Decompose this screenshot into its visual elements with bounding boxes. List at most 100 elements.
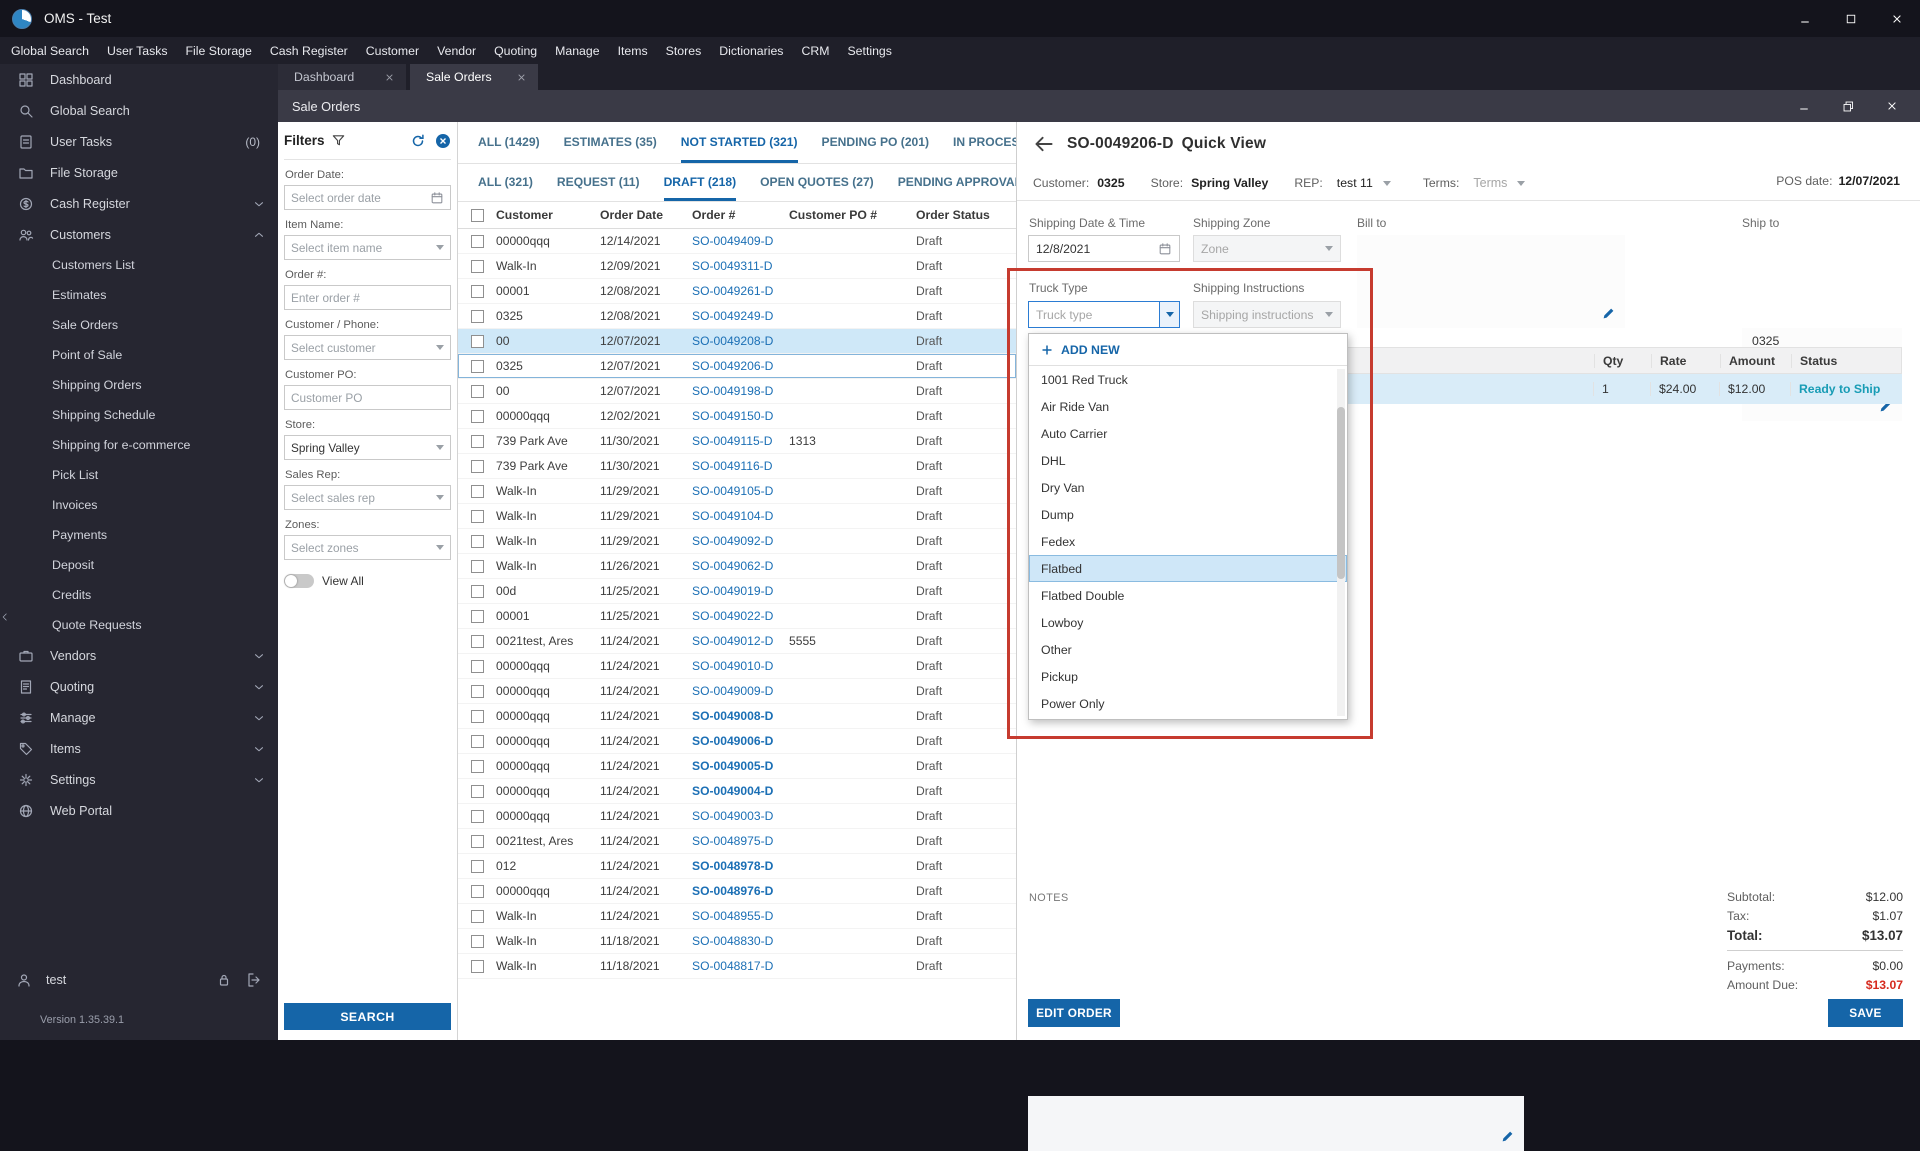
status-tab[interactable]: NOT STARTED (321)	[680, 122, 798, 163]
sidebar-collapse-handle[interactable]	[0, 604, 12, 630]
order-row[interactable]: Walk-In 11/29/2021 SO-0049104-D Draft	[458, 504, 1016, 529]
status-tab[interactable]: IN PROCESS (47	[953, 122, 1016, 163]
order-link[interactable]: SO-0049004-D	[692, 784, 789, 798]
order-row[interactable]: 00001 11/25/2021 SO-0049022-D Draft	[458, 604, 1016, 629]
order-row[interactable]: Walk-In 11/18/2021 SO-0048830-D Draft	[458, 929, 1016, 954]
sidebar-item-dashboard[interactable]: Dashboard	[0, 64, 278, 95]
add-new-truck-button[interactable]: ADD NEW	[1029, 334, 1347, 366]
order-row[interactable]: 00000qqq 12/14/2021 SO-0049409-D Draft	[458, 229, 1016, 254]
edit-bill-to-icon[interactable]	[1601, 306, 1617, 322]
order-date-input[interactable]: Select order date	[284, 185, 451, 210]
truck-type-option[interactable]: Power Only	[1029, 690, 1347, 717]
order-link[interactable]: SO-0048817-D	[692, 959, 789, 973]
order-link[interactable]: SO-0049019-D	[692, 584, 789, 598]
status-tab[interactable]: PENDING APPROVAL (29)	[898, 164, 1016, 201]
logout-icon[interactable]	[246, 972, 262, 988]
truck-type-option[interactable]: Lowboy	[1029, 609, 1347, 636]
row-checkbox[interactable]	[470, 584, 484, 598]
menu-item[interactable]: Vendor	[428, 37, 485, 64]
order-link[interactable]: SO-0049092-D	[692, 534, 789, 548]
row-checkbox[interactable]	[470, 509, 484, 523]
order-row[interactable]: 00 12/07/2021 SO-0049208-D Draft	[458, 329, 1016, 354]
order-link[interactable]: SO-0049206-D	[692, 359, 789, 373]
row-checkbox[interactable]	[470, 834, 484, 848]
row-checkbox[interactable]	[470, 934, 484, 948]
sidebar-subitem[interactable]: Estimates	[0, 280, 278, 310]
row-checkbox[interactable]	[470, 909, 484, 923]
back-arrow-icon[interactable]	[1033, 133, 1055, 155]
row-checkbox[interactable]	[470, 859, 484, 873]
order-row[interactable]: Walk-In 11/24/2021 SO-0048955-D Draft	[458, 904, 1016, 929]
order-link[interactable]: SO-0049005-D	[692, 759, 789, 773]
order-row[interactable]: 00000qqq 11/24/2021 SO-0049008-D Draft	[458, 704, 1016, 729]
edit-order-button[interactable]: EDIT ORDER	[1028, 999, 1120, 1027]
menu-item[interactable]: User Tasks	[98, 37, 177, 64]
menu-item[interactable]: Global Search	[2, 37, 98, 64]
sidebar-subitem[interactable]: Sale Orders	[0, 310, 278, 340]
order-row[interactable]: Walk-In 12/09/2021 SO-0049311-D Draft	[458, 254, 1016, 279]
sidebar-item-items[interactable]: Items	[0, 733, 278, 764]
notes-box[interactable]	[1028, 1096, 1524, 1151]
row-checkbox[interactable]	[470, 334, 484, 348]
order-link[interactable]: SO-0049006-D	[692, 734, 789, 748]
order-link[interactable]: SO-0049249-D	[692, 309, 789, 323]
row-checkbox[interactable]	[470, 609, 484, 623]
row-checkbox[interactable]	[470, 234, 484, 248]
order-row[interactable]: 00d 11/25/2021 SO-0049019-D Draft	[458, 579, 1016, 604]
row-checkbox[interactable]	[470, 434, 484, 448]
document-tab[interactable]: Sale Orders	[410, 64, 538, 90]
sidebar-subitem[interactable]: Quote Requests	[0, 610, 278, 640]
sidebar-subitem[interactable]: Invoices	[0, 490, 278, 520]
clear-filters-icon[interactable]	[435, 133, 451, 149]
truck-type-dropdown-button[interactable]	[1159, 302, 1179, 327]
status-tab[interactable]: ALL (1429)	[478, 122, 540, 163]
menu-item[interactable]: Customer	[357, 37, 428, 64]
row-checkbox[interactable]	[470, 809, 484, 823]
row-checkbox[interactable]	[470, 734, 484, 748]
order-link[interactable]: SO-0049261-D	[692, 284, 789, 298]
order-link[interactable]: SO-0049008-D	[692, 709, 789, 723]
order-row[interactable]: Walk-In 11/29/2021 SO-0049092-D Draft	[458, 529, 1016, 554]
status-tab[interactable]: DRAFT (218)	[663, 164, 737, 201]
order-link[interactable]: SO-0049208-D	[692, 334, 789, 348]
order-row[interactable]: 0325 12/07/2021 SO-0049206-D Draft	[458, 354, 1016, 379]
inner-restore-button[interactable]	[1826, 90, 1870, 122]
order-link[interactable]: SO-0048830-D	[692, 934, 789, 948]
status-tab[interactable]: PENDING PO (201)	[822, 122, 930, 163]
sidebar-item-settings[interactable]: Settings	[0, 764, 278, 795]
select-all-checkbox[interactable]	[470, 208, 484, 222]
row-checkbox[interactable]	[470, 359, 484, 373]
shipping-zone-select[interactable]: Zone	[1193, 235, 1341, 262]
order-row[interactable]: 0021test, Ares 11/24/2021 SO-0048975-D D…	[458, 829, 1016, 854]
sidebar-subitem[interactable]: Shipping Orders	[0, 370, 278, 400]
sidebar-subitem[interactable]: Customers List	[0, 250, 278, 280]
truck-type-option[interactable]: Auto Carrier	[1029, 420, 1347, 447]
sidebar-item-web-portal[interactable]: Web Portal	[0, 795, 278, 826]
truck-type-option[interactable]: Flatbed Double	[1029, 582, 1347, 609]
truck-type-option[interactable]: 1001 Red Truck	[1029, 366, 1347, 393]
order-link[interactable]: SO-0049009-D	[692, 684, 789, 698]
item-name-select[interactable]: Select item name	[284, 235, 451, 260]
order-row[interactable]: 00000qqq 11/24/2021 SO-0049003-D Draft	[458, 804, 1016, 829]
sidebar-subitem[interactable]: Pick List	[0, 460, 278, 490]
row-checkbox[interactable]	[470, 259, 484, 273]
order-row[interactable]: Walk-In 11/29/2021 SO-0049105-D Draft	[458, 479, 1016, 504]
customer-po-input[interactable]	[284, 385, 451, 410]
row-checkbox[interactable]	[470, 484, 484, 498]
document-tab[interactable]: Dashboard	[278, 64, 406, 90]
order-link[interactable]: SO-0049105-D	[692, 484, 789, 498]
sidebar-subitem[interactable]: Deposit	[0, 550, 278, 580]
row-checkbox[interactable]	[470, 284, 484, 298]
sidebar-item-user-tasks[interactable]: User Tasks (0)	[0, 126, 278, 157]
status-tab[interactable]: OPEN QUOTES (27)	[760, 164, 874, 201]
zones-select[interactable]: Select zones	[284, 535, 451, 560]
order-row[interactable]: 00000qqq 11/24/2021 SO-0049006-D Draft	[458, 729, 1016, 754]
sidebar-item-quoting[interactable]: Quoting	[0, 671, 278, 702]
truck-type-select[interactable]: Truck type	[1028, 301, 1180, 328]
order-row[interactable]: 00 12/07/2021 SO-0049198-D Draft	[458, 379, 1016, 404]
order-row[interactable]: Walk-In 11/18/2021 SO-0048817-D Draft	[458, 954, 1016, 979]
row-checkbox[interactable]	[470, 409, 484, 423]
order-link[interactable]: SO-0049115-D	[692, 434, 789, 448]
row-checkbox[interactable]	[470, 709, 484, 723]
order-link[interactable]: SO-0049198-D	[692, 384, 789, 398]
